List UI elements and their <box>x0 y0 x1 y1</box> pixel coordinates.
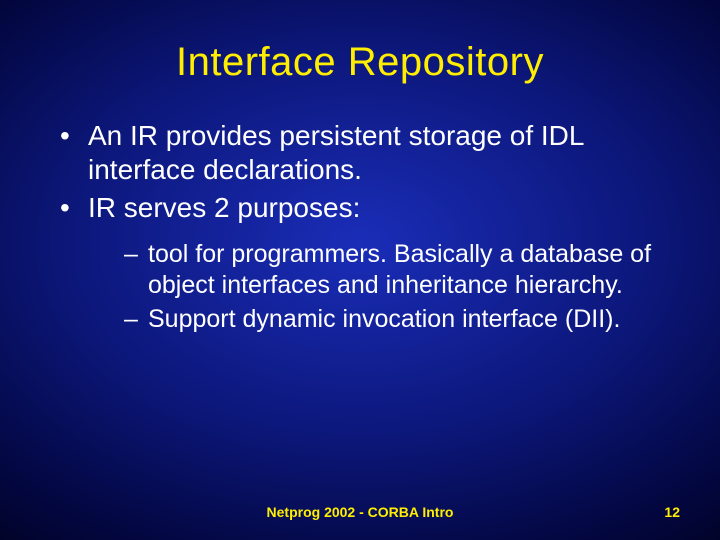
slide-title: Interface Repository <box>40 40 680 85</box>
slide-footer: Netprog 2002 - CORBA Intro 12 <box>0 504 720 520</box>
page-number: 12 <box>664 504 680 520</box>
sub-bullet-text: Support dynamic invocation interface (DI… <box>148 305 620 333</box>
footer-label: Netprog 2002 - CORBA Intro <box>267 504 454 520</box>
sub-bullet-list: tool for programmers. Basically a databa… <box>88 239 680 335</box>
sub-bullet-item: tool for programmers. Basically a databa… <box>124 239 680 300</box>
sub-bullet-text: tool for programmers. Basically a databa… <box>148 240 651 299</box>
sub-bullet-item: Support dynamic invocation interface (DI… <box>124 304 680 335</box>
bullet-item: IR serves 2 purposes: tool for programme… <box>60 191 680 335</box>
bullet-list: An IR provides persistent storage of IDL… <box>40 119 680 339</box>
slide: Interface Repository An IR provides pers… <box>0 0 720 540</box>
bullet-text: IR serves 2 purposes: <box>88 192 360 223</box>
bullet-item: An IR provides persistent storage of IDL… <box>60 119 680 187</box>
bullet-text: An IR provides persistent storage of IDL… <box>88 120 583 185</box>
